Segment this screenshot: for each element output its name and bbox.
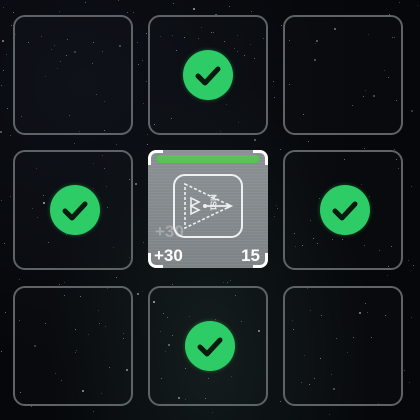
star [417, 5, 418, 6]
star [411, 110, 413, 112]
star [59, 284, 60, 285]
star [64, 282, 65, 283]
star [193, 8, 195, 10]
star [10, 196, 11, 197]
star [4, 243, 5, 244]
star [227, 282, 228, 283]
star [147, 144, 148, 145]
star [254, 139, 256, 141]
star [137, 42, 138, 43]
star [133, 12, 134, 13]
health-bar-fill [156, 155, 260, 163]
grid-tile-r1c3[interactable] [283, 15, 403, 135]
star [281, 25, 282, 26]
grid-tile-r3c3[interactable] [283, 286, 403, 406]
star [137, 293, 139, 295]
ghost-stat: +30 [155, 222, 184, 241]
star [11, 25, 12, 26]
star [59, 11, 60, 12]
star [329, 414, 330, 415]
star [230, 280, 231, 281]
star [308, 141, 309, 142]
star [74, 143, 75, 144]
star [135, 183, 137, 185]
star [277, 208, 278, 209]
star [408, 260, 409, 261]
star [411, 186, 412, 187]
star [31, 406, 32, 407]
star [116, 277, 117, 278]
star [273, 81, 274, 82]
check-icon [185, 321, 235, 371]
star [1, 85, 2, 86]
selection-corner-tr [253, 150, 268, 165]
star [142, 60, 143, 61]
star [212, 412, 213, 413]
selection-corner-bl [148, 253, 163, 268]
star [2, 40, 4, 42]
star [143, 242, 144, 243]
star [6, 54, 7, 55]
star [274, 97, 275, 98]
star [223, 282, 224, 283]
selection-corner-tl [148, 150, 163, 165]
grid-tile-r3c2[interactable] [148, 286, 268, 406]
health-bar [156, 155, 260, 163]
star [364, 148, 365, 149]
grid-tile-r1c1[interactable] [13, 15, 133, 135]
star [10, 135, 11, 136]
star [3, 7, 4, 8]
star [280, 401, 281, 402]
star [0, 131, 2, 133]
grid-tile-r1c2[interactable] [148, 15, 268, 135]
grid-tile-r2c1[interactable] [13, 150, 133, 270]
space-background: MS1 +30 +30 15 [0, 0, 420, 420]
star [143, 103, 144, 104]
star [3, 70, 4, 71]
star [116, 144, 117, 145]
star [5, 312, 6, 313]
star [1, 351, 2, 352]
star [173, 3, 174, 4]
star [387, 275, 388, 276]
star [85, 2, 86, 3]
star [280, 149, 281, 150]
star [229, 6, 230, 7]
ship-code-label: MS1 [208, 194, 218, 211]
selection-corner-br [253, 253, 268, 268]
check-icon [183, 50, 233, 100]
star [127, 12, 128, 13]
star [172, 284, 173, 285]
star [399, 2, 400, 3]
star [93, 411, 94, 412]
star [274, 216, 275, 217]
star [251, 11, 252, 12]
star [146, 81, 147, 82]
star [147, 134, 148, 135]
grid-tile-r2c3[interactable] [283, 150, 403, 270]
star [7, 108, 8, 109]
selected-ship-card[interactable]: MS1 +30 +30 15 [148, 150, 268, 268]
star [142, 291, 143, 292]
star [404, 370, 405, 371]
check-icon [320, 185, 370, 235]
star [138, 64, 139, 65]
star [118, 0, 119, 1]
star [146, 33, 147, 34]
star [19, 279, 20, 280]
star [276, 205, 277, 206]
star [409, 382, 410, 383]
star [13, 12, 14, 13]
grid-tile-r3c1[interactable] [13, 286, 133, 406]
star [1, 200, 2, 201]
star [411, 317, 412, 318]
star [413, 265, 414, 266]
check-icon [50, 185, 100, 235]
